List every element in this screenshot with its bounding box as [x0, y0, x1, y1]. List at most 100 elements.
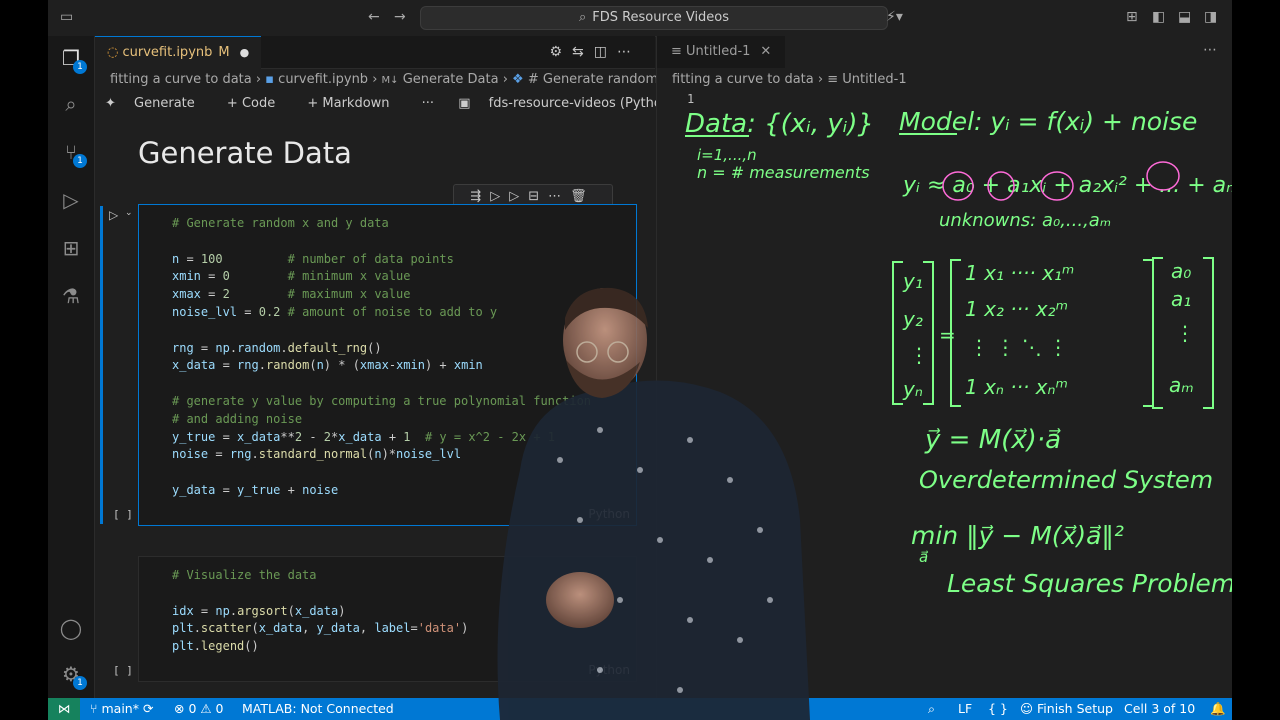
search-text: FDS Resource Videos [592, 10, 730, 25]
sparkle-icon: ✦ [105, 96, 116, 111]
extensions-icon[interactable]: ⊞ [59, 236, 83, 260]
editor-tab-bar: ◌ curvefit.ipynb M ● ⚙⇆◫⋯ [95, 36, 655, 69]
trash-icon[interactable]: 🗑 [570, 189, 596, 204]
cell-position-status[interactable]: Cell 3 of 10 [1124, 701, 1195, 716]
breadcrumb: fitting a curve to data › ▪ curvefit.ipy… [110, 72, 683, 87]
tab-modified-status: M [218, 45, 230, 60]
vscode-window: ▭ ← → ⌕ FDS Resource Videos ⚡▾ ⊞ ◧ ⬓ ◨ ❐ 1… [48, 0, 1232, 720]
layout-toggle-icon[interactable]: ▭ [60, 9, 73, 25]
source-control-icon[interactable]: ⑂ 1 [59, 140, 87, 168]
note-matrix-eq: y⃗ = M(x⃗)·a⃗ [924, 425, 1061, 455]
cell-language[interactable]: Python [588, 663, 630, 677]
add-code-button[interactable]: + Code [227, 96, 289, 111]
svg-text:y₁: y₁ [902, 269, 923, 293]
note-overdetermined: Overdetermined System [919, 466, 1213, 494]
branch-status[interactable]: ⑂ main* ⟳ [90, 701, 153, 716]
customize-layout-icon[interactable]: ⊞ [1126, 9, 1138, 25]
generate-button[interactable]: ✦ Generate [105, 96, 209, 111]
jupyter-icon: ◌ [107, 45, 123, 60]
command-center-search[interactable]: ⌕ FDS Resource Videos [420, 6, 888, 30]
toggle-panel-icon[interactable]: ⬓ [1178, 9, 1191, 25]
svg-text:a₀: a₀ [1171, 259, 1191, 283]
gear-icon[interactable]: ⚙ [549, 44, 572, 60]
chevron-down-icon[interactable]: ⌄ [125, 208, 133, 218]
note-index: i=1,...,n [697, 146, 757, 164]
note-model: Model: yᵢ = f(xᵢ) + noise [899, 107, 1197, 136]
note-data: Data: {(xᵢ, yᵢ)} [685, 109, 874, 139]
matrix-entries: y₁ y₂ ⋮ yₙ = 1 x₁ ···· x₁ᵐ 1 x₂ ··· x₂ᵐ … [902, 259, 1195, 401]
split-cell-icon[interactable]: ⊟ [528, 189, 548, 204]
note-min-subscript: a⃗ [919, 548, 928, 566]
svg-text:⋮: ⋮ [909, 343, 929, 367]
arrow-left-icon[interactable]: ← [368, 9, 380, 25]
page-title: Generate Data [138, 136, 352, 170]
testing-icon[interactable]: ⚗ [59, 284, 83, 308]
sync-icon: ⟳ [142, 701, 154, 716]
handwritten-notes: Data: {(xᵢ, yᵢ)} i=1,...,n n = # measure… [685, 107, 1232, 598]
code-cell[interactable]: # Visualize the data idx = np.argsort(x_… [138, 556, 637, 682]
editor-actions: ⚙⇆◫⋯ [549, 44, 641, 60]
matlab-status[interactable]: MATLAB: Not Connected [242, 701, 394, 716]
explorer-icon[interactable]: ❐ 1 [59, 46, 87, 74]
more-toolbar-button[interactable]: ··· [422, 96, 434, 111]
gear-icon[interactable]: ⚙ 1 [59, 662, 87, 690]
remote-icon[interactable]: ⋈ [48, 698, 80, 720]
cell-language[interactable]: Python [588, 507, 630, 521]
svg-text:y₂: y₂ [902, 307, 923, 331]
svg-text:yₙ: yₙ [902, 377, 923, 401]
svg-text:aₘ: aₘ [1169, 373, 1194, 397]
svg-text:1 xₙ ··· xₙᵐ: 1 xₙ ··· xₙᵐ [965, 375, 1068, 399]
note-least-squares: Least Squares Problem [947, 569, 1232, 598]
code-editor[interactable]: # Visualize the data idx = np.argsort(x_… [139, 557, 636, 656]
breadcrumb-item[interactable]: Generate Data [403, 72, 499, 87]
copilot-icon[interactable]: ⚡▾ [886, 9, 903, 25]
svg-text:⋮ ⋮ ⋱ ⋮: ⋮ ⋮ ⋱ ⋮ [969, 335, 1068, 359]
drawing-editor: ≡ Untitled-1 ✕ ⋯ fitting a curve to data … [656, 36, 1232, 698]
more-actions-icon[interactable]: ⋯ [617, 44, 641, 60]
title-bar: ▭ ← → ⌕ FDS Resource Videos ⚡▾ ⊞ ◧ ⬓ ◨ [48, 0, 1232, 37]
arrow-right-icon[interactable]: → [394, 9, 406, 25]
finish-setup-button[interactable]: ☺ Finish Setup [1020, 701, 1113, 716]
run-cell-icon[interactable]: ▷ [109, 208, 118, 222]
toggle-secondary-sidebar-icon[interactable]: ◨ [1204, 9, 1217, 25]
unsaved-dot-icon[interactable]: ● [240, 46, 250, 59]
search-icon[interactable]: ⌕ [59, 92, 83, 116]
note-measurements: n = # measurements [697, 163, 870, 182]
breadcrumb-item[interactable]: fitting a curve to data [110, 72, 252, 87]
compare-icon[interactable]: ⇆ [572, 44, 594, 60]
more-icon[interactable]: ⋯ [548, 189, 570, 204]
add-markdown-button[interactable]: + Markdown [307, 96, 403, 111]
breadcrumb-item[interactable]: curvefit.ipynb [278, 72, 368, 87]
execution-count: [ ] [113, 508, 133, 521]
note-polynomial: yᵢ ≈ a₀ + a₁xᵢ + a₂xᵢ² + ... + aₘxᵢᵐ [902, 173, 1232, 198]
note-minimize: min ‖y⃗ − M(x⃗)a⃗‖² [911, 521, 1124, 550]
execute-below-icon[interactable]: ▷ [509, 189, 528, 204]
search-icon: ⌕ [578, 10, 587, 25]
run-by-line-icon[interactable]: ⇶ [470, 189, 490, 204]
eol-status[interactable]: LF [958, 701, 972, 716]
code-editor[interactable]: # Generate random x and y data n = 100 #… [139, 205, 636, 500]
tab-curvefit[interactable]: ◌ curvefit.ipynb M ● [95, 36, 262, 69]
status-bar: ⋈ ⑂ main* ⟳ ⊗ 0 ⚠ 0 MATLAB: Not Connecte… [48, 698, 1232, 720]
cell-focus-indicator [100, 206, 103, 524]
execution-count: [ ] [113, 664, 133, 677]
copilot-icon: ☺ [1020, 701, 1034, 716]
svg-text:1 x₁ ···· x₁ᵐ: 1 x₁ ···· x₁ᵐ [965, 261, 1074, 285]
language-mode[interactable]: { } [988, 701, 1008, 716]
problems-status[interactable]: ⊗ 0 ⚠ 0 [174, 701, 224, 716]
split-editor-icon[interactable]: ◫ [594, 44, 617, 60]
toggle-sidebar-icon[interactable]: ◧ [1152, 9, 1165, 25]
svg-text:=: = [939, 323, 956, 347]
svg-text:⋮: ⋮ [1175, 321, 1195, 345]
run-debug-icon[interactable]: ▷ [59, 188, 83, 212]
execute-above-icon[interactable]: ▷ [490, 189, 509, 204]
code-cell[interactable]: # Generate random x and y data n = 100 #… [138, 204, 637, 526]
kernel-icon: ▣ [458, 96, 471, 111]
git-branch-icon: ⑂ [90, 701, 98, 716]
notifications-icon[interactable]: 🔔 [1210, 701, 1226, 717]
notebook-editor: ◌ curvefit.ipynb M ● ⚙⇆◫⋯ fitting a curve … [95, 36, 729, 698]
zoom-icon[interactable]: ⌕ [928, 701, 935, 717]
account-icon[interactable]: ◯ [59, 616, 83, 640]
settings-badge: 1 [73, 676, 87, 690]
svg-text:a₁: a₁ [1171, 287, 1191, 311]
